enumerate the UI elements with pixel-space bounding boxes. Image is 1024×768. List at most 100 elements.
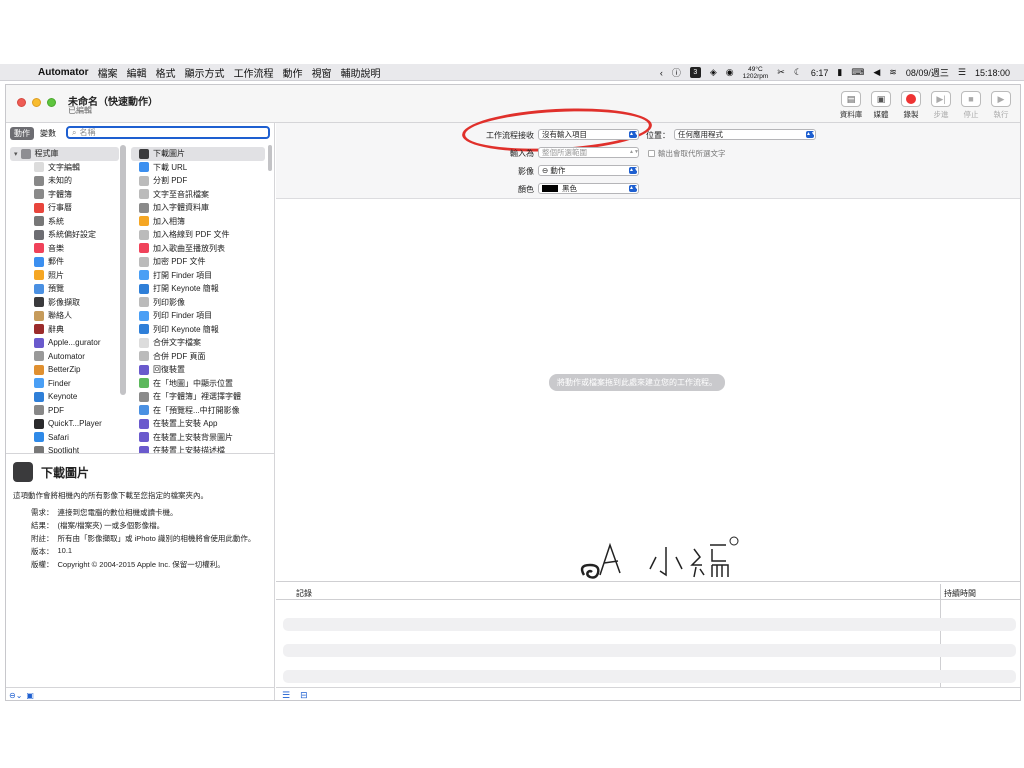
library-item[interactable]: 郵件 — [10, 255, 119, 269]
list-view-icon[interactable]: ☰ — [282, 690, 290, 701]
action-item[interactable]: 下載 URL — [131, 161, 265, 175]
temperature-readout[interactable]: 49°C 1202rpm — [743, 66, 769, 80]
search-input[interactable]: ⌕ 名稱 — [66, 126, 270, 139]
action-item[interactable]: 列印影像 — [131, 296, 265, 310]
minimize-button[interactable] — [32, 98, 41, 107]
action-item[interactable]: 加密 PDF 文件 — [131, 255, 265, 269]
action-scrollbar[interactable] — [268, 145, 272, 171]
action-item[interactable]: 在「預覽程...中打開影像 — [131, 404, 265, 418]
stop-button[interactable]: ■ 停止 — [958, 91, 984, 120]
checkbox-box[interactable] — [648, 150, 655, 157]
action-item[interactable]: 合併文字檔案 — [131, 336, 265, 350]
volume-icon[interactable]: ◀ — [873, 67, 880, 78]
cpu-monitor-icon[interactable]: ◉ — [726, 67, 734, 78]
chevron-left-icon[interactable]: ‹ — [660, 68, 663, 78]
library-item[interactable]: Safari — [10, 431, 119, 445]
menu-app-name[interactable]: Automator — [38, 67, 89, 78]
action-item[interactable]: 在裝置上安裝背景圖片 — [131, 431, 265, 445]
action-item[interactable]: 打開 Finder 項目 — [131, 269, 265, 283]
action-item[interactable]: 列印 Keynote 簡報 — [131, 323, 265, 337]
library-item[interactable]: 音樂 — [10, 242, 119, 256]
action-item[interactable]: 在「地圖」中顯示位置 — [131, 377, 265, 391]
library-item[interactable]: Keynote — [10, 390, 119, 404]
clock-text[interactable]: 15:18:00 — [975, 68, 1010, 78]
action-item[interactable]: 回復裝置 — [131, 363, 265, 377]
action-item[interactable]: 在裝置上安裝描述檔 — [131, 444, 265, 453]
library-item[interactable]: 聯絡人 — [10, 309, 119, 323]
library-item[interactable]: 系統 — [10, 215, 119, 229]
receives-select[interactable]: 沒有輸入項目 ▲▼ — [538, 129, 639, 140]
library-item[interactable]: 照片 — [10, 269, 119, 283]
library-item[interactable]: 系統偏好設定 — [10, 228, 119, 242]
action-item[interactable]: 合併 PDF 頁面 — [131, 350, 265, 364]
library-item[interactable]: 預覽 — [10, 282, 119, 296]
action-item[interactable]: 加入格線到 PDF 文件 — [131, 228, 265, 242]
library-item[interactable]: BetterZip — [10, 363, 119, 377]
menu-action[interactable]: 動作 — [283, 65, 303, 80]
library-item[interactable]: QuickT...Player — [10, 417, 119, 431]
menu-workflow[interactable]: 工作流程 — [234, 65, 274, 80]
input-is-select[interactable]: 整個所選範圍 ▲▼ — [538, 147, 639, 158]
date-text[interactable]: 08/09/週三 — [906, 66, 949, 79]
control-center-icon[interactable]: ☰ — [958, 67, 966, 78]
library-item[interactable]: 影像擷取 — [10, 296, 119, 310]
library-item[interactable]: Apple...gurator — [10, 336, 119, 350]
action-item[interactable]: 在裝置上安裝 App — [131, 417, 265, 431]
action-item[interactable]: 下載圖片 — [131, 147, 265, 161]
close-button[interactable] — [17, 98, 26, 107]
moon-icon[interactable]: ☾ — [794, 67, 802, 78]
scissors-icon[interactable]: ✂ — [777, 67, 785, 78]
menu-format[interactable]: 格式 — [156, 65, 176, 80]
wifi-icon[interactable]: ≋ — [889, 67, 897, 78]
library-item[interactable]: PDF — [10, 404, 119, 418]
library-item[interactable]: Spotlight — [10, 444, 119, 453]
action-item[interactable]: 打開 Keynote 簡報 — [131, 282, 265, 296]
tab-actions[interactable]: 動作 — [10, 127, 34, 140]
replace-selection-checkbox[interactable]: 輸出會取代所選文字 — [648, 148, 726, 159]
battery-time[interactable]: 6:17 — [811, 68, 829, 78]
library-root[interactable]: ▾ 程式庫 — [10, 147, 119, 161]
action-item[interactable]: 加入相簿 — [131, 215, 265, 229]
workflow-drop-area[interactable]: 將動作或檔案拖到此處來建立您的工作流程。 — [276, 199, 1020, 581]
library-item[interactable]: 行事曆 — [10, 201, 119, 215]
media-button[interactable]: ▣ 媒體 — [868, 91, 894, 120]
disclosure-triangle-icon[interactable]: ▾ — [14, 150, 18, 158]
library-button[interactable]: ▤ 資料庫 — [838, 91, 864, 120]
run-button[interactable]: ▶ 執行 — [988, 91, 1014, 120]
color-select[interactable]: 黑色 ▲▼ — [538, 183, 639, 194]
menu-view[interactable]: 顯示方式 — [185, 65, 225, 80]
library-item[interactable]: 未知的 — [10, 174, 119, 188]
action-menu-icon[interactable]: ⊖⌄ — [9, 691, 22, 700]
action-item[interactable]: 文字至音訊檔案 — [131, 188, 265, 202]
info-circle-icon[interactable]: ⓘ — [672, 66, 681, 79]
duration-column-header[interactable]: 持續時間 — [944, 588, 976, 599]
keyboard-icon[interactable]: ⌨ — [851, 67, 864, 78]
action-item[interactable]: 加入歌曲至播放列表 — [131, 242, 265, 256]
library-scrollbar[interactable] — [120, 145, 126, 395]
action-item[interactable]: 加入字體資料庫 — [131, 201, 265, 215]
library-item[interactable]: 文字編輯 — [10, 161, 119, 175]
tab-variables[interactable]: 變數 — [36, 127, 60, 140]
menu-file[interactable]: 檔案 — [98, 65, 118, 80]
library-item[interactable]: 字體簿 — [10, 188, 119, 202]
action-item[interactable]: 列印 Finder 項目 — [131, 309, 265, 323]
library-item[interactable]: 辭典 — [10, 323, 119, 337]
record-button[interactable]: 錄製 — [898, 91, 924, 120]
library-item[interactable]: Finder — [10, 377, 119, 391]
description-toggle-icon[interactable]: ▣ — [26, 691, 34, 700]
menu-window[interactable]: 視窗 — [312, 65, 332, 80]
image-select[interactable]: ⊖ 動作 ▲▼ — [538, 165, 639, 176]
step-button[interactable]: ▶| 步進 — [928, 91, 954, 120]
action-item[interactable]: 在「字體簿」裡選擇字體 — [131, 390, 265, 404]
action-item[interactable]: 分割 PDF — [131, 174, 265, 188]
application-select[interactable]: 任何應用程式 ▲▼ — [674, 129, 816, 140]
menu-help[interactable]: 輔助說明 — [341, 65, 381, 80]
log-column-header[interactable]: 記錄 — [296, 588, 312, 599]
badge-icon[interactable]: 3 — [689, 67, 701, 78]
library-item[interactable]: Automator — [10, 350, 119, 364]
split-view-icon[interactable]: ⊟ — [300, 690, 308, 701]
menu-edit[interactable]: 編輯 — [127, 65, 147, 80]
zoom-button[interactable] — [47, 98, 56, 107]
stack-icon[interactable]: ◈ — [710, 67, 717, 78]
library-item-icon — [34, 445, 44, 453]
